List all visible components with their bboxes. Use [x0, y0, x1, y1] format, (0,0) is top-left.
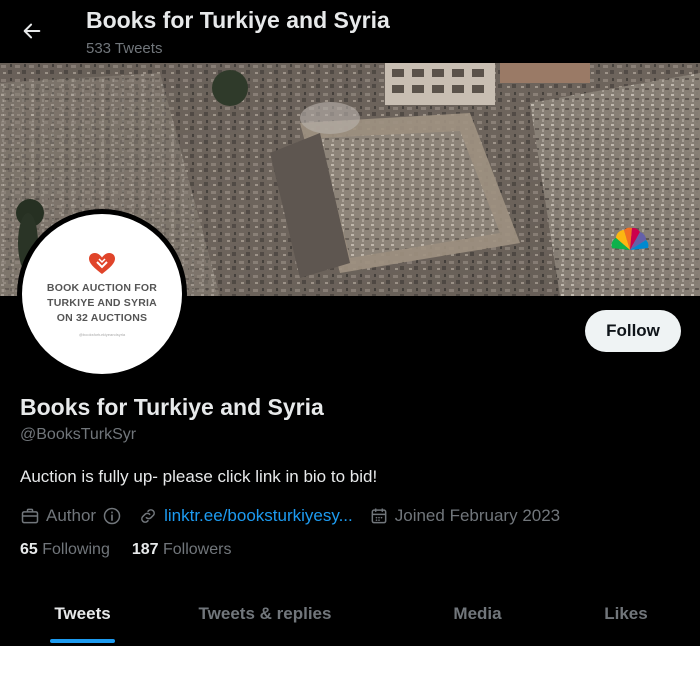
followers-label: Followers	[162, 541, 232, 558]
avatar-image: BOOK AUCTION FOR TURKIYE AND SYRIA ON 32…	[22, 214, 182, 374]
tab-tweets-replies[interactable]: Tweets & replies	[165, 588, 365, 640]
profile-panel: Books for Turkiye and Syria 533 Tweets B…	[0, 0, 700, 646]
profile-meta: Author linktr.ee/bookstur​kiyesy... Join…	[20, 504, 560, 528]
followers-link[interactable]: 187 Followers	[132, 541, 232, 559]
follow-button[interactable]: Follow	[585, 310, 681, 352]
top-bar: Books for Turkiye and Syria 533 Tweets	[0, 0, 700, 63]
briefcase-icon	[21, 508, 39, 524]
follow-stats: 65 Following 187 Followers	[20, 541, 231, 559]
tweet-count: 533 Tweets	[86, 40, 163, 57]
category-label: Author	[46, 506, 97, 525]
website: linktr.ee/bookstur​kiyesy...	[138, 506, 353, 526]
following-count: 65	[20, 541, 43, 558]
arrow-left-icon	[23, 23, 41, 39]
tab-likes[interactable]: Likes	[560, 588, 692, 640]
avatar-line-3: ON 32 AUCTIONS	[56, 312, 148, 324]
profile-tabs: Tweets Tweets & replies Media Likes	[0, 588, 700, 646]
following-label: Following	[42, 541, 110, 558]
heart-logo-icon	[89, 253, 115, 274]
calendar-icon	[371, 508, 387, 524]
header-title: Books for Turkiye and Syria	[86, 7, 390, 33]
tab-tweets[interactable]: Tweets	[0, 588, 165, 640]
avatar[interactable]: BOOK AUCTION FOR TURKIYE AND SYRIA ON 32…	[17, 209, 187, 379]
tab-media[interactable]: Media	[365, 588, 590, 640]
join-date: Joined February 2023	[369, 506, 560, 526]
profile-bio: Auction is fully up- please click link i…	[20, 467, 378, 486]
following-link[interactable]: 65 Following	[20, 541, 110, 559]
profile-name: Books for Turkiye and Syria	[20, 394, 324, 420]
active-tab-indicator	[50, 639, 115, 643]
back-button[interactable]	[14, 13, 50, 49]
info-icon[interactable]	[102, 506, 122, 526]
avatar-line-1: BOOK AUCTION FOR	[46, 282, 158, 294]
profile-handle: @BooksTurkSyr	[20, 426, 137, 443]
link-icon	[141, 509, 155, 523]
join-date-label: Joined February 2023	[394, 506, 561, 525]
category: Author	[20, 506, 122, 526]
website-link[interactable]: linktr.ee/bookstur​kiyesy...	[164, 506, 353, 526]
avatar-line-2: TURKIYE AND SYRIA	[47, 297, 157, 309]
avatar-small-text: @booksforturkiyeandsyria	[78, 332, 126, 337]
followers-count: 187	[131, 541, 163, 558]
